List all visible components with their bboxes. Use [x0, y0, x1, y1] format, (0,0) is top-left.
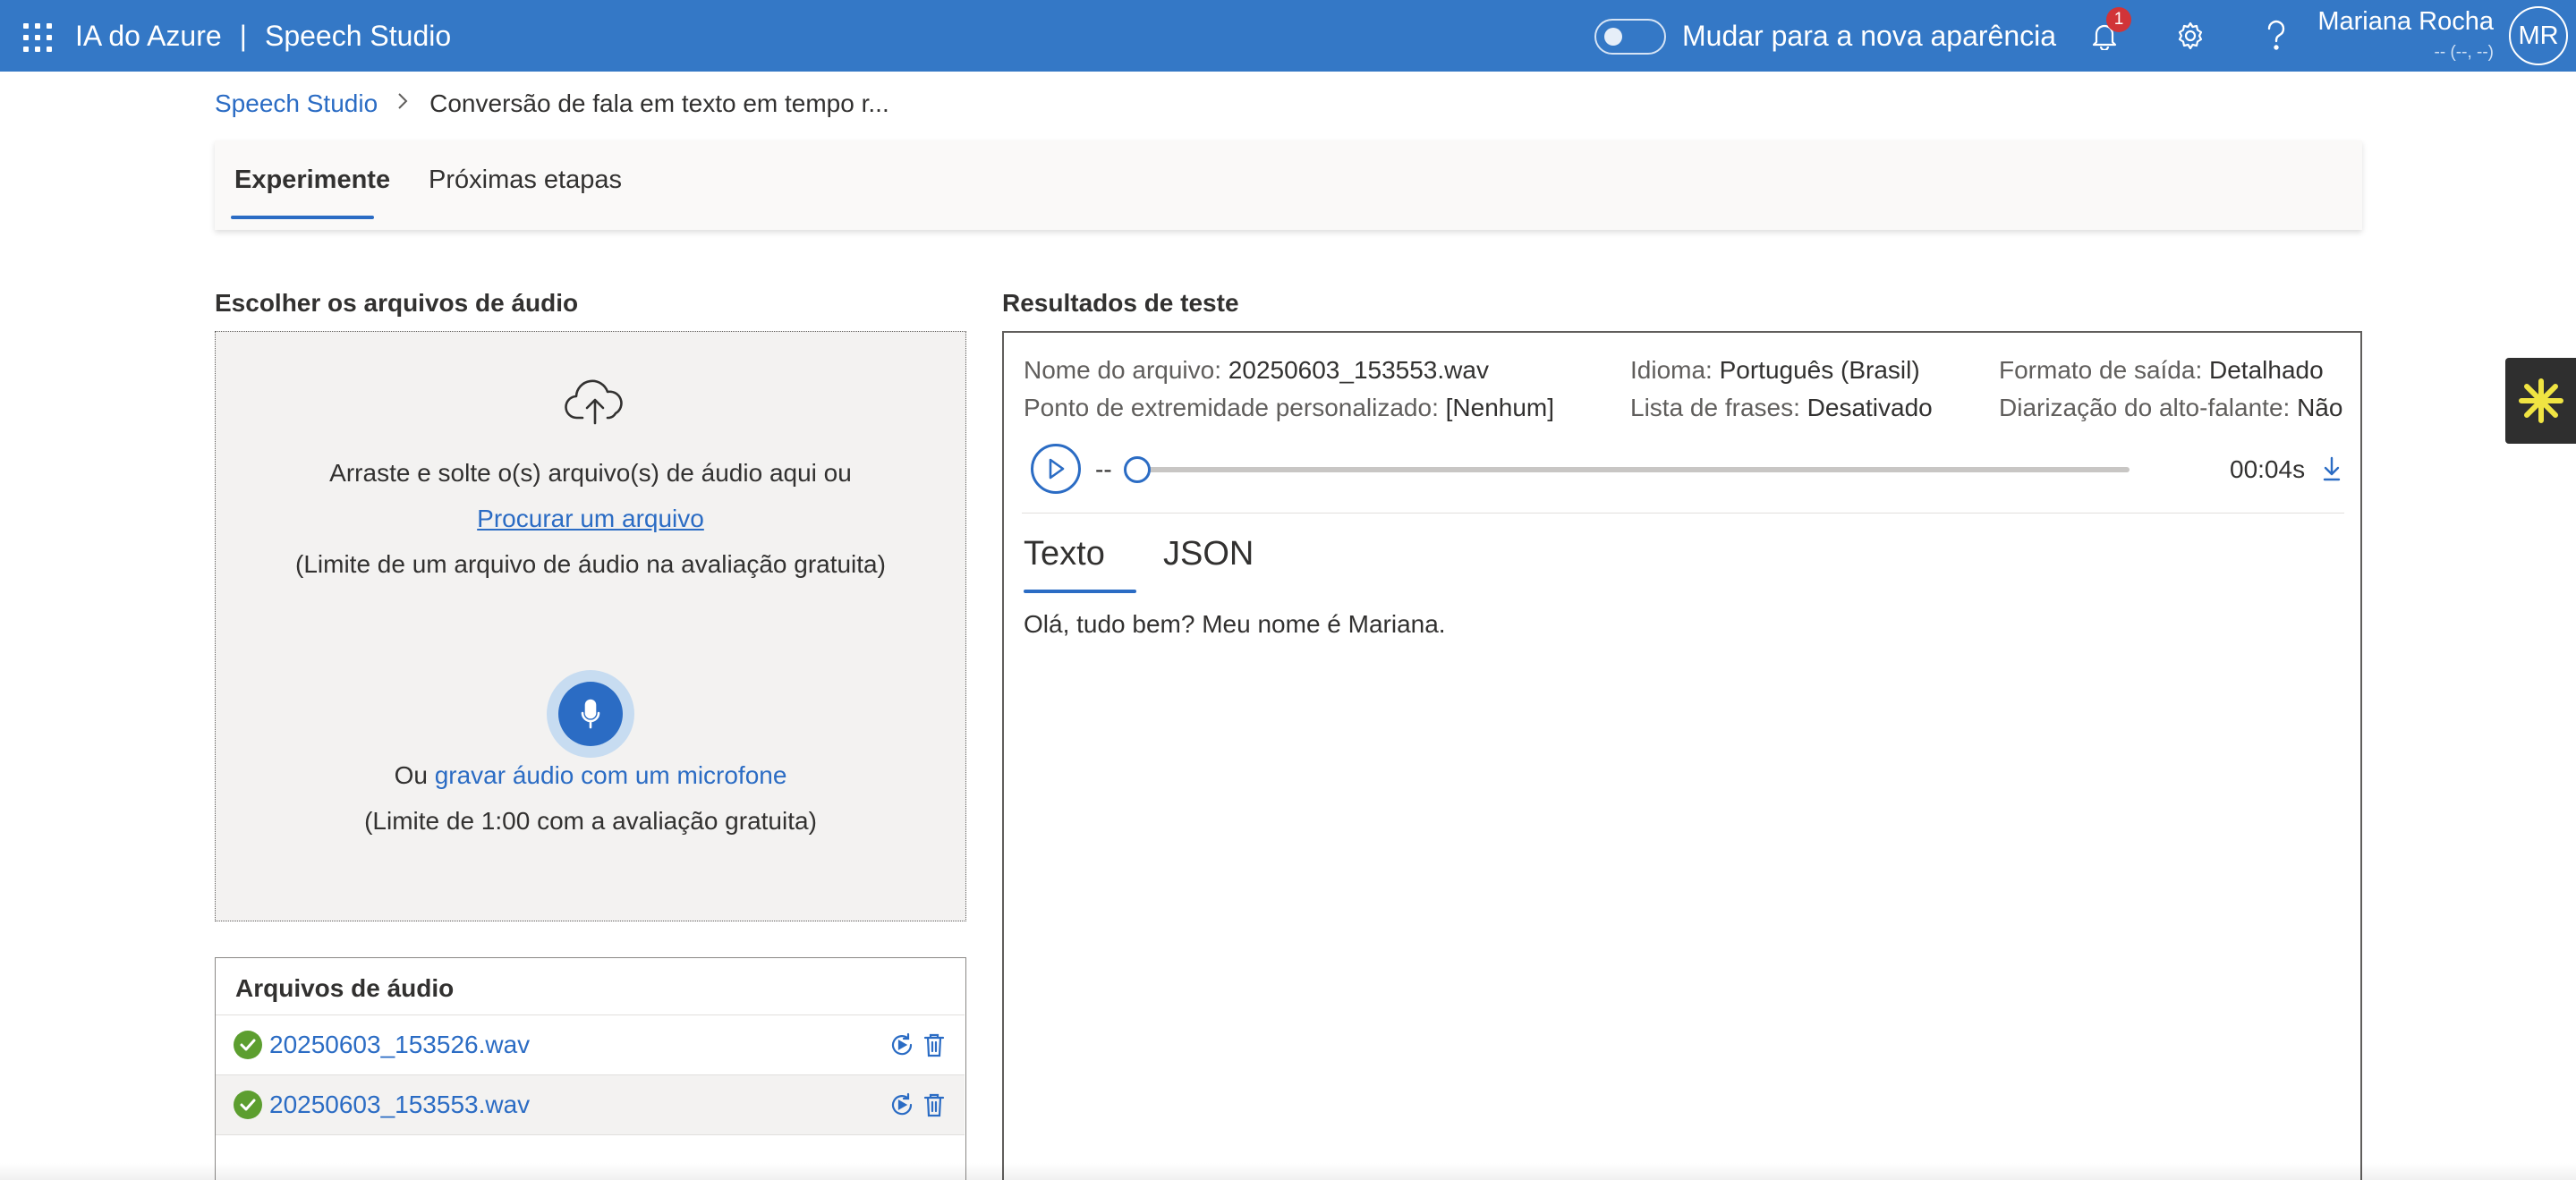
rerun-icon	[891, 1092, 913, 1116]
audio-file-row[interactable]: 20250603_153526.wav	[216, 1014, 965, 1074]
endpoint-label: Ponto de extremidade personalizado:	[1024, 394, 1439, 421]
question-mark-icon	[2267, 20, 2285, 50]
audio-files-panel: Arquivos de áudio 20250603_153526.wav 20…	[215, 957, 966, 1180]
trash-icon	[923, 1033, 945, 1057]
audio-file-name[interactable]: 20250603_153526.wav	[269, 1031, 530, 1059]
settings-button[interactable]	[2171, 16, 2210, 55]
app-name: IA do Azure	[75, 20, 222, 52]
download-icon	[2323, 456, 2341, 481]
rerun-button[interactable]	[887, 1030, 917, 1060]
language-field: Idioma: Português (Brasil)	[1630, 356, 1920, 385]
top-bar: IA do Azure | Speech Studio Mudar para a n…	[0, 0, 2576, 72]
diarization-field: Diarização do alto-falante: Não	[1999, 394, 2342, 422]
active-result-tab-indicator	[1024, 590, 1136, 593]
breadcrumb-current: Conversão de fala em texto em tempo r...	[429, 89, 889, 117]
output-format-value: Detalhado	[2209, 356, 2324, 384]
new-look-toggle[interactable]	[1594, 19, 1666, 55]
endpoint-field: Ponto de extremidade personalizado: [Nen…	[1024, 394, 1554, 422]
diarization-label: Diarização do alto-falante:	[1999, 394, 2291, 421]
new-look-toggle-label: Mudar para a nova aparência	[1682, 20, 2057, 52]
or-text: Ou	[394, 761, 428, 789]
list-empty-space	[216, 1134, 965, 1180]
audio-seek-track[interactable]	[1135, 467, 2130, 472]
diarization-value: Não	[2297, 394, 2343, 421]
feedback-widget[interactable]	[2505, 358, 2576, 444]
file-name-label: Nome do arquivo:	[1024, 356, 1222, 384]
phrase-list-field: Lista de frases: Desativado	[1630, 394, 1933, 422]
audio-file-name[interactable]: 20250603_153553.wav	[269, 1091, 530, 1119]
tab-texto[interactable]: Texto	[1024, 535, 1105, 573]
user-name[interactable]: Mariana Rocha	[2317, 7, 2494, 37]
rerun-icon	[891, 1032, 913, 1056]
cloud-upload-icon	[563, 377, 629, 427]
tab-experimente[interactable]: Experimente	[234, 166, 390, 195]
test-results-panel: Nome do arquivo: 20250603_153553.wav Pon…	[1002, 331, 2362, 1180]
app-title[interactable]: IA do Azure | Speech Studio	[75, 20, 451, 53]
record-audio-link[interactable]: gravar áudio com um microfone	[435, 761, 787, 789]
audio-drop-zone[interactable]: Arraste e solte o(s) arquivo(s) de áudio…	[215, 331, 966, 921]
file-name-value: 20250603_153553.wav	[1228, 356, 1489, 384]
recording-limit-text: (Limite de 1:00 com a avaliação gratuita…	[364, 807, 817, 835]
drag-drop-text: Arraste e solte o(s) arquivo(s) de áudio…	[329, 459, 852, 487]
record-microphone-button[interactable]	[558, 682, 623, 746]
microphone-icon	[581, 699, 600, 729]
language-value: Português (Brasil)	[1719, 356, 1920, 384]
results-divider	[1022, 513, 2344, 514]
audio-file-row[interactable]: 20250603_153553.wav	[216, 1074, 965, 1134]
avatar[interactable]: MR	[2509, 6, 2568, 65]
delete-button[interactable]	[919, 1030, 949, 1060]
asterisk-icon	[2518, 378, 2563, 423]
endpoint-value: [Nenhum]	[1445, 394, 1555, 421]
breadcrumb: Speech Studio Conversão de fala em texto…	[215, 89, 889, 118]
audio-files-title: Arquivos de áudio	[235, 974, 455, 1002]
audio-duration: 00:04s	[2230, 455, 2306, 483]
phrase-list-label: Lista de frases:	[1630, 394, 1800, 421]
results-section-title: Resultados de teste	[1002, 289, 1239, 317]
output-format-label: Formato de saída:	[1999, 356, 2203, 384]
browse-file-link[interactable]: Procurar um arquivo	[477, 505, 704, 532]
play-icon	[1049, 458, 1065, 480]
gear-icon	[2178, 21, 2203, 50]
file-name-field: Nome do arquivo: 20250603_153553.wav	[1024, 356, 1489, 385]
language-label: Idioma:	[1630, 356, 1713, 384]
upload-section-title: Escolher os arquivos de áudio	[215, 289, 579, 317]
success-check-icon	[234, 1031, 262, 1059]
notification-count-badge: 1	[2106, 7, 2131, 32]
tab-json[interactable]: JSON	[1163, 535, 1254, 573]
trash-icon	[923, 1093, 945, 1117]
current-time: --	[1095, 455, 1112, 483]
breadcrumb-root-link[interactable]: Speech Studio	[215, 89, 378, 117]
tab-proximas-etapas[interactable]: Próximas etapas	[429, 166, 622, 195]
user-directory: -- (--, --)	[2434, 43, 2494, 62]
active-tab-indicator	[231, 216, 374, 219]
phrase-list-value: Desativado	[1807, 394, 1933, 421]
app-launcher-icon[interactable]	[23, 23, 52, 52]
transcript-text: Olá, tudo bem? Meu nome é Mariana.	[1024, 610, 1446, 638]
chevron-right-icon	[395, 89, 410, 118]
toggle-knob	[1604, 28, 1622, 46]
file-limit-text: (Limite de um arquivo de áudio na avalia…	[295, 550, 886, 578]
play-button[interactable]	[1031, 444, 1081, 494]
delete-button[interactable]	[919, 1090, 949, 1120]
page-tabs: Experimente Próximas etapas	[215, 140, 2362, 230]
rerun-button[interactable]	[887, 1090, 917, 1120]
download-button[interactable]	[2316, 451, 2348, 487]
output-format-field: Formato de saída: Detalhado	[1999, 356, 2324, 385]
audio-seek-thumb[interactable]	[1124, 456, 1151, 483]
title-separator: |	[239, 20, 247, 52]
product-name: Speech Studio	[264, 20, 452, 52]
help-button[interactable]	[2257, 16, 2296, 55]
success-check-icon	[234, 1091, 262, 1119]
